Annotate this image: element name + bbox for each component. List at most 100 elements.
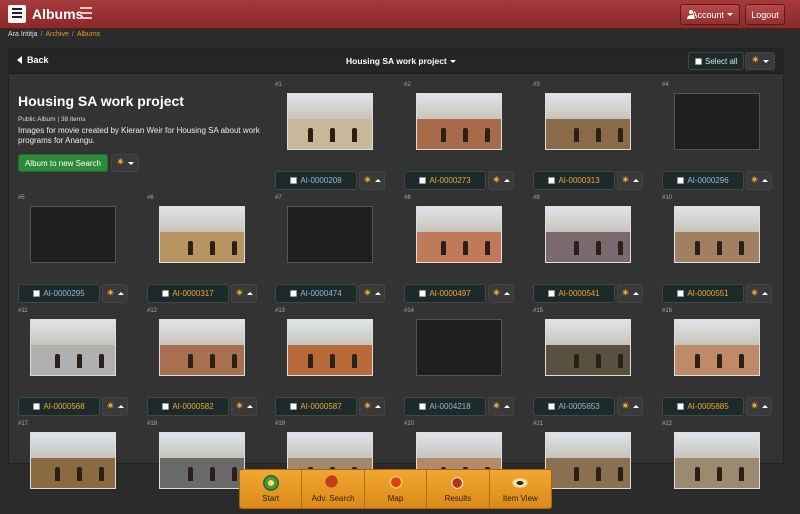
item-settings-button[interactable]: ✷	[359, 397, 385, 416]
item-checkbox[interactable]	[548, 403, 556, 410]
item-id-button[interactable]: AI-0000273	[404, 171, 486, 190]
item-checkbox[interactable]	[162, 403, 170, 410]
breadcrumb-item-albums[interactable]: Albums	[77, 31, 100, 38]
item-id-button[interactable]: AI-0005885	[662, 397, 744, 416]
nav-label: Map	[387, 494, 404, 503]
item-settings-button[interactable]: ✷	[617, 284, 643, 303]
album-menu-dropdown[interactable]: Housing SA work project	[346, 56, 456, 66]
back-button[interactable]: Back	[17, 55, 49, 65]
item-thumbnail[interactable]	[545, 206, 631, 263]
item-checkbox[interactable]	[419, 290, 427, 297]
item-thumbnail[interactable]	[287, 319, 373, 376]
album-settings-button[interactable]: ✷	[111, 154, 139, 172]
thumbnail-sky	[288, 94, 372, 119]
breadcrumb-item-home[interactable]: Ara Irititja	[8, 31, 38, 38]
item-settings-button[interactable]: ✷	[231, 284, 257, 303]
item-settings-button[interactable]: ✷	[102, 284, 128, 303]
item-settings-button[interactable]: ✷	[617, 171, 643, 190]
logout-button[interactable]: Logout	[745, 4, 785, 25]
item-checkbox[interactable]	[548, 177, 556, 184]
item-checkbox[interactable]	[677, 290, 685, 297]
gear-icon: ✷	[621, 400, 630, 412]
item-id-button[interactable]: AI-0005653	[533, 397, 615, 416]
album-item: #17	[18, 421, 136, 514]
item-thumbnail[interactable]	[545, 319, 631, 376]
item-thumbnail[interactable]	[287, 206, 373, 263]
item-settings-button[interactable]: ✷	[617, 397, 643, 416]
item-thumbnail[interactable]	[674, 319, 760, 376]
caret-down-icon	[127, 161, 134, 165]
item-checkbox[interactable]	[548, 290, 556, 297]
album-to-new-search-button[interactable]: Album to new Search	[18, 154, 108, 172]
item-settings-button[interactable]: ✷	[488, 397, 514, 416]
item-id-button[interactable]: AI-0000208	[275, 171, 357, 190]
select-all-button[interactable]: Select all	[688, 52, 745, 70]
thumbnail-figure	[188, 241, 193, 256]
nav-button-start[interactable]: Start	[240, 470, 303, 508]
item-thumbnail[interactable]	[30, 432, 116, 489]
item-thumbnail[interactable]	[159, 319, 245, 376]
item-thumbnail[interactable]	[674, 206, 760, 263]
item-id-button[interactable]: AI-0000551	[662, 284, 744, 303]
item-id-button[interactable]: AI-0000497	[404, 284, 486, 303]
item-settings-button[interactable]: ✷	[746, 397, 772, 416]
item-checkbox[interactable]	[677, 403, 685, 410]
item-thumbnail[interactable]	[416, 319, 502, 376]
item-checkbox[interactable]	[290, 290, 298, 297]
item-thumbnail[interactable]	[159, 206, 245, 263]
item-settings-button[interactable]: ✷	[488, 284, 514, 303]
item-id-button[interactable]: AI-0000317	[147, 284, 229, 303]
item-thumbnail[interactable]	[674, 432, 760, 489]
item-thumbnail[interactable]	[545, 93, 631, 150]
item-id-button[interactable]: AI-0000313	[533, 171, 615, 190]
app-logo-icon[interactable]	[8, 5, 26, 23]
item-thumbnail[interactable]	[159, 432, 245, 489]
item-id-button[interactable]: AI-0000587	[275, 397, 357, 416]
item-id-button[interactable]: AI-0000295	[18, 284, 100, 303]
item-checkbox[interactable]	[33, 403, 41, 410]
gear-icon: ✷	[750, 400, 759, 412]
item-settings-button[interactable]: ✷	[102, 397, 128, 416]
item-checkbox[interactable]	[33, 290, 41, 297]
caret-up-icon	[761, 405, 768, 408]
thumbnail-figure	[739, 354, 744, 369]
panel-settings-button[interactable]: ✷	[745, 52, 775, 70]
item-thumbnail[interactable]	[287, 93, 373, 150]
item-settings-button[interactable]: ✷	[488, 171, 514, 190]
hamburger-menu-icon[interactable]	[80, 7, 92, 19]
item-thumbnail[interactable]	[674, 93, 760, 150]
item-id-button[interactable]: AI-0000474	[275, 284, 357, 303]
item-id-button[interactable]: AI-0000296	[662, 171, 744, 190]
item-settings-button[interactable]: ✷	[359, 284, 385, 303]
item-checkbox[interactable]	[290, 177, 298, 184]
item-checkbox[interactable]	[419, 177, 427, 184]
item-checkbox[interactable]	[162, 290, 170, 297]
nav-button-adv-search[interactable]: Adv. Search	[302, 470, 365, 508]
item-thumbnail[interactable]	[545, 432, 631, 489]
item-id-button[interactable]: AI-0000541	[533, 284, 615, 303]
item-id-button[interactable]: AI-0000582	[147, 397, 229, 416]
item-settings-button[interactable]: ✷	[231, 397, 257, 416]
item-settings-button[interactable]: ✷	[746, 284, 772, 303]
item-checkbox[interactable]	[677, 177, 685, 184]
item-thumbnail[interactable]	[30, 319, 116, 376]
item-checkbox[interactable]	[419, 403, 427, 410]
thumbnail-sky	[675, 433, 759, 458]
item-checkbox[interactable]	[290, 403, 298, 410]
nav-button-item-view[interactable]: Item View	[490, 470, 551, 508]
item-settings-button[interactable]: ✷	[359, 171, 385, 190]
nav-button-results[interactable]: Results	[427, 470, 490, 508]
breadcrumb-item-archive[interactable]: Archive	[46, 31, 69, 38]
app-title[interactable]: Albums	[32, 6, 83, 22]
item-thumbnail[interactable]	[416, 93, 502, 150]
user-icon	[687, 10, 699, 19]
nav-button-map[interactable]: Map	[365, 470, 428, 508]
item-settings-button[interactable]: ✷	[746, 171, 772, 190]
account-dropdown-button[interactable]: Account	[680, 4, 740, 25]
item-thumbnail[interactable]	[416, 206, 502, 263]
item-id-button[interactable]: AI-0000568	[18, 397, 100, 416]
gear-icon: ✷	[492, 174, 501, 186]
item-id-button[interactable]: AI-0004218	[404, 397, 486, 416]
item-thumbnail[interactable]	[30, 206, 116, 263]
checkbox-icon[interactable]	[695, 57, 702, 65]
